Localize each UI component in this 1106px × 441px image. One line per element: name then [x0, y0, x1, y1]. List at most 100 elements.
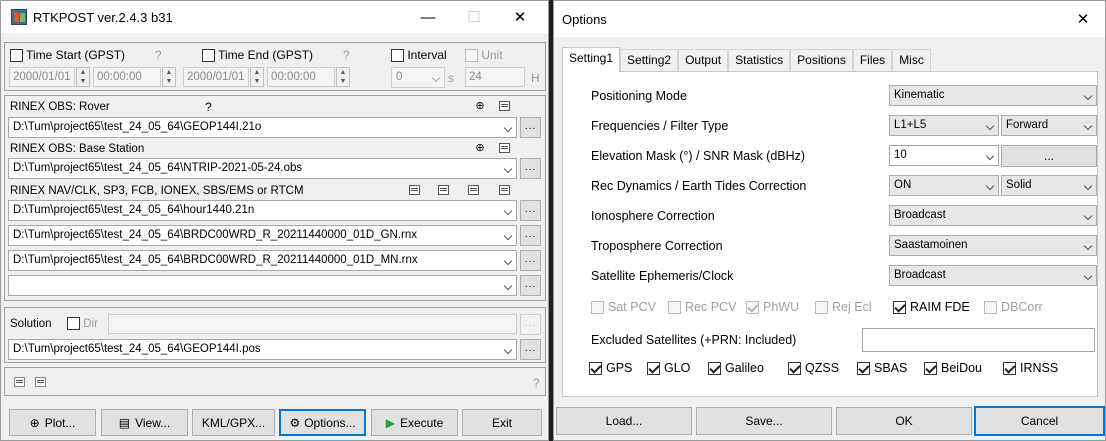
nav-browse-button-1[interactable]: ...	[520, 200, 541, 221]
start-date-field[interactable]: 2000/01/01	[9, 67, 75, 87]
flag-sat-pcv-checkbox[interactable]	[591, 300, 604, 314]
cancel-button[interactable]: Cancel	[974, 406, 1105, 436]
plot-button[interactable]: ⊕ Plot...	[9, 409, 96, 436]
system-beidou-option[interactable]: BeiDou	[924, 361, 982, 375]
view-nav2-icon[interactable]	[438, 185, 449, 195]
dir-browse-button[interactable]: ...	[520, 314, 541, 335]
ephemeris-select[interactable]: Broadcast	[889, 265, 1097, 286]
time-end-checkbox[interactable]	[202, 49, 215, 63]
time-start-toggle[interactable]: Time Start (GPST)	[10, 48, 125, 63]
troposphere-select[interactable]: Saastamoinen	[889, 235, 1097, 256]
view-nav1-icon[interactable]	[409, 185, 420, 195]
kml-gpx-button[interactable]: KML/GPX...	[192, 409, 275, 436]
system-glo-option[interactable]: GLO	[647, 361, 690, 375]
rec-dynamics-select[interactable]: ON	[889, 175, 999, 196]
tab-files[interactable]: Files	[852, 49, 893, 71]
flag-phwu-checkbox[interactable]	[746, 300, 759, 314]
nav-file-select-4[interactable]	[8, 275, 517, 296]
flag-sat-pcv-option[interactable]: Sat PCV	[591, 300, 656, 314]
start-date-spinner[interactable]: ▲ ▼	[76, 67, 90, 87]
system-sbas-option[interactable]: SBAS	[857, 361, 907, 375]
system-galileo-option[interactable]: Galileo	[708, 361, 764, 375]
exit-button[interactable]: Exit	[462, 409, 542, 436]
system-qzss-checkbox[interactable]	[788, 361, 801, 375]
flag-rej-ecl-checkbox[interactable]	[815, 300, 828, 314]
tab-positions[interactable]: Positions	[790, 49, 853, 71]
dir-checkbox[interactable]	[67, 317, 80, 331]
flag-raim-fde-option[interactable]: RAIM FDE	[893, 300, 970, 314]
rover-help[interactable]: ?	[205, 100, 212, 114]
view-button[interactable]: ▤ View...	[101, 409, 188, 436]
options-button[interactable]: ⚙ Options...	[279, 409, 366, 436]
status-help[interactable]: ?	[533, 376, 540, 390]
solution-file-select[interactable]: D:\Tum\project65\test_24_05_64\GEOP144I.…	[8, 339, 517, 360]
view-nav3-icon[interactable]	[468, 185, 479, 195]
system-irnss-checkbox[interactable]	[1003, 361, 1016, 375]
frequencies-select[interactable]: L1+L5	[889, 115, 999, 136]
ionosphere-select[interactable]: Broadcast	[889, 205, 1097, 226]
interval-checkbox[interactable]	[391, 49, 404, 63]
options-close-button[interactable]: ✕	[1060, 1, 1105, 37]
nav-file-select-2[interactable]: D:\Tum\project65\test_24_05_64\BRDC00WRD…	[8, 225, 517, 246]
ok-button[interactable]: OK	[836, 407, 972, 435]
view-rover-icon[interactable]	[499, 101, 510, 111]
nav-browse-button-4[interactable]: ...	[520, 275, 541, 296]
base-file-select[interactable]: D:\Tum\project65\test_24_05_64\NTRIP-202…	[8, 158, 517, 179]
end-time-spinner[interactable]: ▲ ▼	[336, 67, 350, 87]
tab-misc[interactable]: Misc	[892, 49, 931, 71]
unit-checkbox[interactable]	[465, 49, 478, 63]
system-galileo-checkbox[interactable]	[708, 361, 721, 375]
tab-setting2[interactable]: Setting2	[620, 49, 679, 71]
plot-rover-icon[interactable]: ⊕	[474, 100, 486, 112]
dir-toggle[interactable]: Dir	[67, 317, 98, 331]
interval-select[interactable]: 0	[391, 67, 445, 88]
rover-browse-button[interactable]: ...	[520, 117, 541, 138]
base-browse-button[interactable]: ...	[520, 158, 541, 179]
system-glo-checkbox[interactable]	[647, 361, 660, 375]
end-date-spinner[interactable]: ▲ ▼	[250, 67, 264, 87]
nav-browse-button-3[interactable]: ...	[520, 250, 541, 271]
snr-mask-button[interactable]: ...	[1001, 145, 1097, 167]
solution-dir-field[interactable]	[108, 314, 517, 334]
flag-phwu-option[interactable]: PhWU	[746, 300, 799, 314]
save-button[interactable]: Save...	[696, 407, 832, 435]
interval-toggle[interactable]: Interval	[391, 48, 447, 63]
tab-setting1[interactable]: Setting1	[562, 47, 621, 72]
load-button[interactable]: Load...	[556, 407, 692, 435]
time-end-help[interactable]: ?	[343, 48, 350, 62]
view-base-icon[interactable]	[499, 143, 510, 153]
rover-file-select[interactable]: D:\Tum\project65\test_24_05_64\GEOP144I.…	[8, 117, 517, 138]
system-irnss-option[interactable]: IRNSS	[1003, 361, 1058, 375]
earth-tides-select[interactable]: Solid	[1001, 175, 1097, 196]
end-time-field[interactable]: 00:00:00	[267, 67, 335, 87]
flag-raim-fde-checkbox[interactable]	[893, 300, 906, 314]
unit-toggle[interactable]: Unit	[465, 48, 503, 63]
filter-type-select[interactable]: Forward	[1001, 115, 1097, 136]
system-gps-checkbox[interactable]	[589, 361, 602, 375]
solution-browse-button[interactable]: ...	[520, 339, 541, 360]
view-nav4-icon[interactable]	[499, 185, 510, 195]
time-end-toggle[interactable]: Time End (GPST)	[202, 48, 313, 63]
flag-rec-pcv-option[interactable]: Rec PCV	[668, 300, 736, 314]
start-time-field[interactable]: 00:00:00	[93, 67, 161, 87]
positioning-mode-select[interactable]: Kinematic	[889, 85, 1097, 106]
system-qzss-option[interactable]: QZSS	[788, 361, 839, 375]
excluded-satellites-input[interactable]	[862, 328, 1095, 352]
time-start-help[interactable]: ?	[155, 48, 162, 62]
start-time-spinner[interactable]: ▲ ▼	[162, 67, 176, 87]
flag-rej-ecl-option[interactable]: Rej Ecl	[815, 300, 872, 314]
execute-button[interactable]: ▶ Execute	[371, 409, 458, 436]
flag-rec-pcv-checkbox[interactable]	[668, 300, 681, 314]
minimize-button[interactable]: —	[405, 1, 451, 33]
end-date-field[interactable]: 2000/01/01	[183, 67, 249, 87]
tab-statistics[interactable]: Statistics	[728, 49, 791, 71]
nav-file-select-3[interactable]: D:\Tum\project65\test_24_05_64\BRDC00WRD…	[8, 250, 517, 271]
nav-file-select-1[interactable]: D:\Tum\project65\test_24_05_64\hour1440.…	[8, 200, 517, 221]
close-button[interactable]: ✕	[497, 1, 543, 33]
time-start-checkbox[interactable]	[10, 49, 23, 63]
system-beidou-checkbox[interactable]	[924, 361, 937, 375]
flag-dbcorr-checkbox[interactable]	[984, 300, 997, 314]
elevation-mask-select[interactable]: 10	[889, 145, 999, 166]
nav-browse-button-2[interactable]: ...	[520, 225, 541, 246]
unit-field[interactable]: 24	[465, 67, 525, 87]
